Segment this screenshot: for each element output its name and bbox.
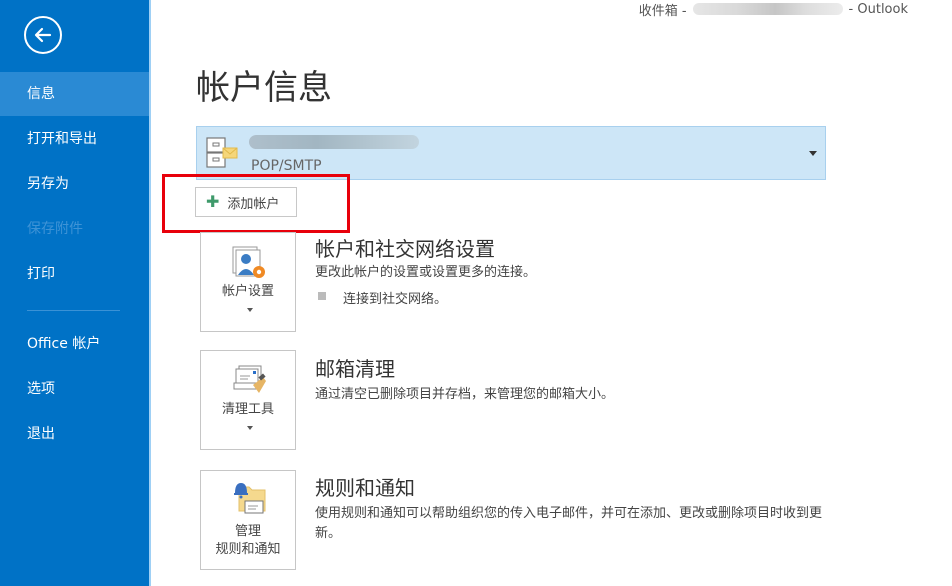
manage-rules-label: 管理 规则和通知 — [201, 523, 295, 559]
sidebar-item-save-attachments: 保存附件 — [27, 221, 83, 237]
account-selector[interactable]: POP/SMTP — [196, 126, 826, 180]
sidebar-item-print[interactable]: 打印 — [0, 252, 149, 296]
chevron-down-icon — [247, 426, 253, 430]
bullet-icon — [318, 292, 326, 300]
section-title-account-settings: 帐户和社交网络设置 — [315, 237, 495, 261]
add-account-label: 添加帐户 — [227, 196, 280, 212]
sidebar-item-exit[interactable]: 退出 — [0, 412, 149, 456]
manage-rules-label-line2: 规则和通知 — [215, 542, 281, 557]
plus-icon: ✚ — [206, 192, 220, 211]
section-desc-account-settings: 更改此帐户的设置或设置更多的连接。 — [315, 265, 537, 280]
title-suffix: - Outlook — [848, 1, 908, 17]
chevron-down-icon — [247, 308, 253, 312]
mailbox-cleanup-icon — [233, 365, 266, 393]
sidebar-item-info[interactable]: 信息 — [0, 72, 149, 116]
cleanup-tools-label: 清理工具 — [221, 402, 274, 417]
arrow-left-icon — [34, 27, 52, 43]
title-prefix: 收件箱 - — [638, 3, 687, 19]
sidebar-edge — [149, 0, 151, 586]
mail-cabinet-icon — [206, 137, 238, 168]
section-title-mailbox-cleanup: 邮箱清理 — [315, 357, 395, 381]
sidebar-item-save-as[interactable]: 另存为 — [0, 162, 149, 206]
cleanup-tools-button[interactable]: 清理工具 — [200, 350, 296, 450]
sidebar-item-office-account[interactable]: Office 帐户 — [0, 322, 149, 366]
sidebar-item-options[interactable]: 选项 — [0, 367, 149, 411]
sidebar-item-open-export[interactable]: 打开和导出 — [0, 117, 149, 161]
chevron-down-icon[interactable] — [809, 151, 817, 156]
page-title: 帐户信息 — [196, 68, 332, 108]
account-settings-label: 帐户设置 — [221, 284, 274, 299]
back-button[interactable] — [24, 16, 62, 54]
sidebar-divider — [27, 310, 120, 311]
rules-alerts-icon — [234, 483, 266, 514]
add-account-button[interactable]: ✚ 添加帐户 — [195, 187, 297, 217]
redacted-email — [692, 3, 843, 15]
social-network-link[interactable]: 连接到社交网络。 — [343, 288, 447, 307]
manage-rules-button[interactable]: 管理 规则和通知 — [200, 470, 296, 570]
section-desc-rules: 使用规则和通知可以帮助组织您的传入电子邮件，并可在添加、更改或删除项目时收到更新… — [315, 506, 823, 541]
section-title-rules: 规则和通知 — [315, 476, 415, 500]
account-settings-button[interactable]: 帐户设置 — [200, 232, 296, 332]
account-email-redacted — [249, 135, 419, 149]
account-settings-icon — [232, 246, 265, 278]
section-desc-mailbox-cleanup: 通过清空已删除项目并存档，来管理您的邮箱大小。 — [315, 387, 615, 402]
account-type: POP/SMTP — [251, 158, 322, 174]
manage-rules-label-line1: 管理 — [234, 524, 261, 539]
window-title: 收件箱 - - Outlook — [638, 0, 908, 19]
backstage-sidebar: 信息 打开和导出 另存为 保存附件 打印 Office 帐户 选项 退出 — [0, 0, 149, 586]
